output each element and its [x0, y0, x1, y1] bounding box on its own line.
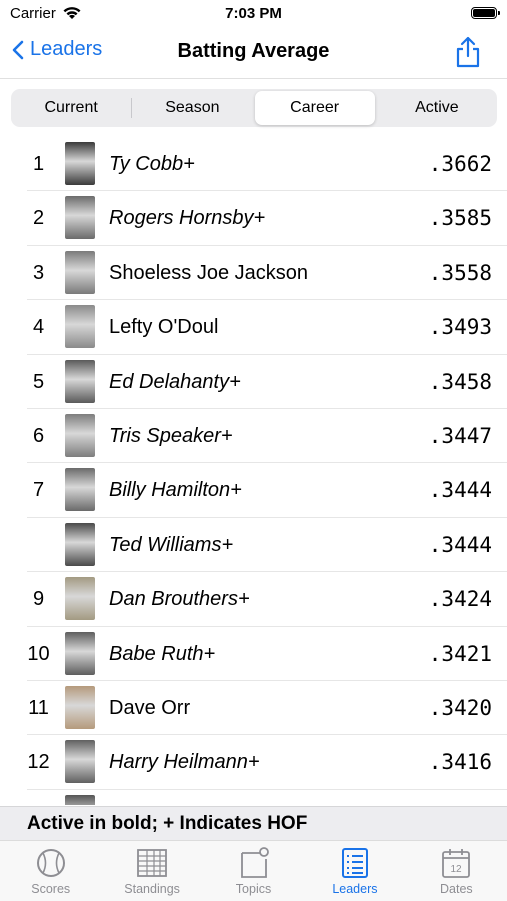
leader-row[interactable]: Ted Williams+ .3444: [27, 518, 507, 572]
batting-average-value: .3458: [429, 370, 492, 394]
tab-dates-label: Dates: [440, 882, 473, 896]
player-name: Ted Williams+: [109, 534, 233, 557]
segment-career[interactable]: Career: [255, 91, 375, 125]
tab-standings[interactable]: Standings: [101, 841, 202, 901]
player-photo: [65, 632, 95, 675]
leader-row[interactable]: 9Dan Brouthers+.3424: [27, 572, 507, 626]
player-name: Babe Ruth+: [109, 643, 215, 666]
player-photo: [65, 468, 95, 511]
tab-topics[interactable]: Topics: [203, 841, 304, 901]
player-photo: [65, 577, 95, 620]
tab-leaders-label: Leaders: [332, 882, 377, 896]
player-photo: [65, 795, 95, 805]
batting-average-value: .3421: [429, 642, 492, 666]
player-name: Dan Brouthers+: [109, 588, 250, 611]
leader-row[interactable]: 7Billy Hamilton+.3444: [27, 463, 507, 517]
leader-row[interactable]: 3Shoeless Joe Jackson.3558: [27, 246, 507, 300]
leader-row[interactable]: 4Lefty O'Doul.3493: [27, 300, 507, 354]
leader-row[interactable]: 2Rogers Hornsby+.3585: [27, 191, 507, 245]
legend-note-text: Active in bold; + Indicates HOF: [27, 813, 307, 835]
topics-icon: [238, 847, 270, 879]
player-photo: [65, 251, 95, 294]
leaders-list[interactable]: 1Ty Cobb+.36622Rogers Hornsby+.35853Shoe…: [0, 137, 507, 805]
batting-average-value: .3416: [429, 750, 492, 774]
page-title: Batting Average: [0, 40, 507, 63]
player-name: Ed Delahanty+: [109, 371, 241, 394]
segment-current[interactable]: Current: [11, 89, 131, 127]
segment-season[interactable]: Season: [132, 89, 252, 127]
batting-average-value: .3444: [429, 478, 492, 502]
period-segmented-control: Current Season Career Active: [11, 89, 497, 127]
status-bar: Carrier 7:03 PM: [0, 0, 507, 28]
player-photo: [65, 740, 95, 783]
player-name: Dave Orr: [109, 697, 190, 720]
leader-row[interactable]: 10Babe Ruth+.3421: [27, 627, 507, 681]
navigation-bar: Leaders Batting Average: [0, 28, 507, 79]
leader-row[interactable]: 13Pete Browning.3415: [27, 790, 507, 805]
share-icon: [455, 36, 481, 68]
legend-note: Active in bold; + Indicates HOF: [0, 806, 507, 841]
battery-icon: [471, 7, 497, 19]
leader-row[interactable]: 5Ed Delahanty+.3458: [27, 355, 507, 409]
player-name: Billy Hamilton+: [109, 479, 242, 502]
player-name: Tris Speaker+: [109, 425, 233, 448]
batting-average-value: .3447: [429, 424, 492, 448]
leader-row[interactable]: 6Tris Speaker+.3447: [27, 409, 507, 463]
batting-average-value: .3662: [429, 152, 492, 176]
segment-active[interactable]: Active: [377, 89, 497, 127]
player-photo: [65, 686, 95, 729]
tab-dates[interactable]: 12 Dates: [406, 841, 507, 901]
tab-bar: Scores Standings Topics Leaders 12 Dates: [0, 840, 507, 901]
batting-average-value: .3493: [429, 315, 492, 339]
batting-average-value: .3424: [429, 587, 492, 611]
batting-average-value: .3420: [429, 696, 492, 720]
clock: 7:03 PM: [0, 5, 507, 22]
player-name: Rogers Hornsby+: [109, 207, 265, 230]
standings-grid-icon: [136, 847, 168, 879]
player-photo: [65, 523, 95, 566]
player-photo: [65, 142, 95, 185]
leader-row[interactable]: 11Dave Orr.3420: [27, 681, 507, 735]
player-name: Shoeless Joe Jackson: [109, 262, 308, 285]
tab-scores[interactable]: Scores: [0, 841, 101, 901]
player-name: Ty Cobb+: [109, 153, 195, 176]
player-name: Harry Heilmann+: [109, 751, 260, 774]
leader-row[interactable]: 1Ty Cobb+.3662: [27, 137, 507, 191]
player-photo: [65, 196, 95, 239]
calendar-icon: 12: [440, 847, 472, 879]
player-photo: [65, 414, 95, 457]
batting-average-value: .3444: [429, 533, 492, 557]
share-button[interactable]: [455, 36, 481, 73]
calendar-day: 12: [451, 864, 463, 875]
player-photo: [65, 360, 95, 403]
baseball-icon: [35, 847, 67, 879]
tab-standings-label: Standings: [124, 882, 180, 896]
batting-average-value: .3558: [429, 261, 492, 285]
leader-row[interactable]: 12Harry Heilmann+.3416: [27, 735, 507, 789]
player-name: Lefty O'Doul: [109, 316, 218, 339]
leaders-list-icon: [339, 847, 371, 879]
tab-scores-label: Scores: [31, 882, 70, 896]
player-photo: [65, 305, 95, 348]
batting-average-value: .3585: [429, 206, 492, 230]
tab-topics-label: Topics: [236, 882, 271, 896]
tab-leaders[interactable]: Leaders: [304, 841, 405, 901]
